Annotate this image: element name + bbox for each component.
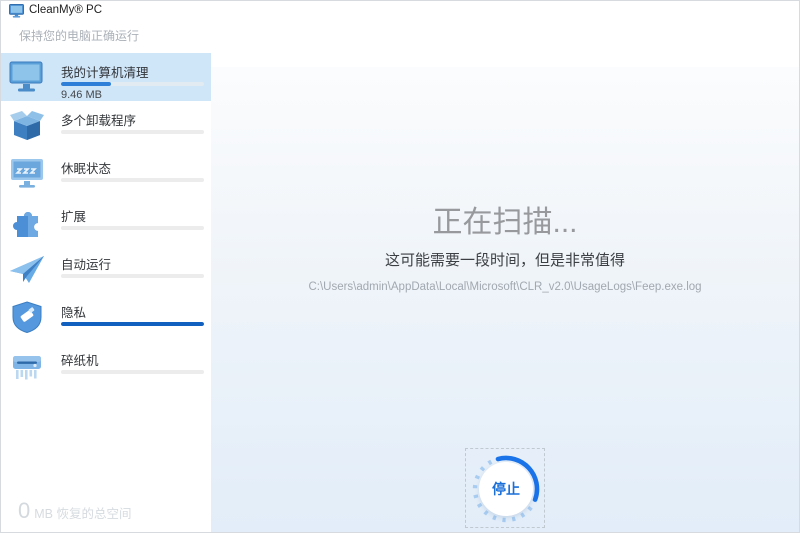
- stop-button[interactable]: 停止: [465, 448, 545, 528]
- sidebar-item-label: 自动运行: [61, 258, 112, 272]
- window-title: CleanMy® PC: [29, 4, 103, 16]
- sidebar-item-privacy[interactable]: 隐私: [1, 293, 211, 341]
- stop-button-face[interactable]: 停止: [479, 462, 533, 516]
- app-tagline: 保持您的电脑正确运行: [19, 29, 140, 43]
- progress-track: [61, 226, 204, 230]
- sidebar-item-label: 休眠状态: [61, 162, 112, 176]
- sidebar-item-my-computer-cleanup[interactable]: 我的计算机清理 9.46 MB: [1, 53, 211, 101]
- sidebar-item-extensions[interactable]: 扩展: [1, 197, 211, 245]
- sidebar-item-multi-uninstaller[interactable]: 多个卸载程序: [1, 101, 211, 149]
- main-panel: 正在扫描... 这可能需要一段时间，但是非常值得 C:\Users\admin\…: [211, 1, 799, 532]
- app-window: CleanMy® PC 保持您的电脑正确运行 ⚙ 选项 ? 帮助 激活: [0, 0, 800, 533]
- app-logo-icon: [9, 4, 24, 18]
- sidebar: 我的计算机清理 9.46 MB 多个卸载程序 休眠状态 扩展 自动运行 隐私 碎…: [1, 53, 211, 532]
- uninstaller-icon: [10, 111, 44, 140]
- sidebar-item-shredder[interactable]: 碎纸机: [1, 341, 211, 389]
- sidebar-item-size: 9.46 MB: [61, 89, 102, 101]
- sidebar-item-label: 多个卸载程序: [61, 114, 137, 128]
- progress-track: [61, 178, 204, 182]
- recovered-space-value: 0: [18, 498, 31, 523]
- privacy-icon: [12, 301, 42, 334]
- progress-track: [61, 82, 204, 86]
- progress-track: [61, 130, 204, 134]
- sidebar-item-hibernation[interactable]: 休眠状态: [1, 149, 211, 197]
- hibernation-icon: [11, 159, 43, 188]
- computer-cleanup-icon: [9, 61, 43, 92]
- progress-fill: [61, 322, 204, 326]
- sidebar-item-label: 我的计算机清理: [61, 66, 149, 80]
- progress-fill: [61, 82, 112, 86]
- progress-track: [61, 274, 204, 278]
- recovered-space-label: MB 恢复的总空间: [34, 507, 132, 521]
- scanning-title: 正在扫描...: [432, 206, 578, 239]
- sidebar-item-label: 扩展: [61, 210, 87, 224]
- sidebar-item-label: 隐私: [61, 306, 87, 320]
- sidebar-item-autorun[interactable]: 自动运行: [1, 245, 211, 293]
- stop-button-label: 停止: [492, 481, 520, 497]
- scanning-current-path: C:\Users\admin\AppData\Local\Microsoft\C…: [308, 281, 702, 293]
- recovered-space-status: 0 MB 恢复的总空间: [18, 498, 131, 524]
- scanning-subtitle: 这可能需要一段时间，但是非常值得: [384, 252, 625, 269]
- sidebar-item-label: 碎纸机: [61, 354, 99, 368]
- extensions-icon: [13, 212, 38, 237]
- progress-track: [61, 322, 204, 326]
- shredder-icon: [13, 356, 41, 380]
- progress-track: [61, 370, 204, 374]
- autorun-icon: [10, 256, 44, 283]
